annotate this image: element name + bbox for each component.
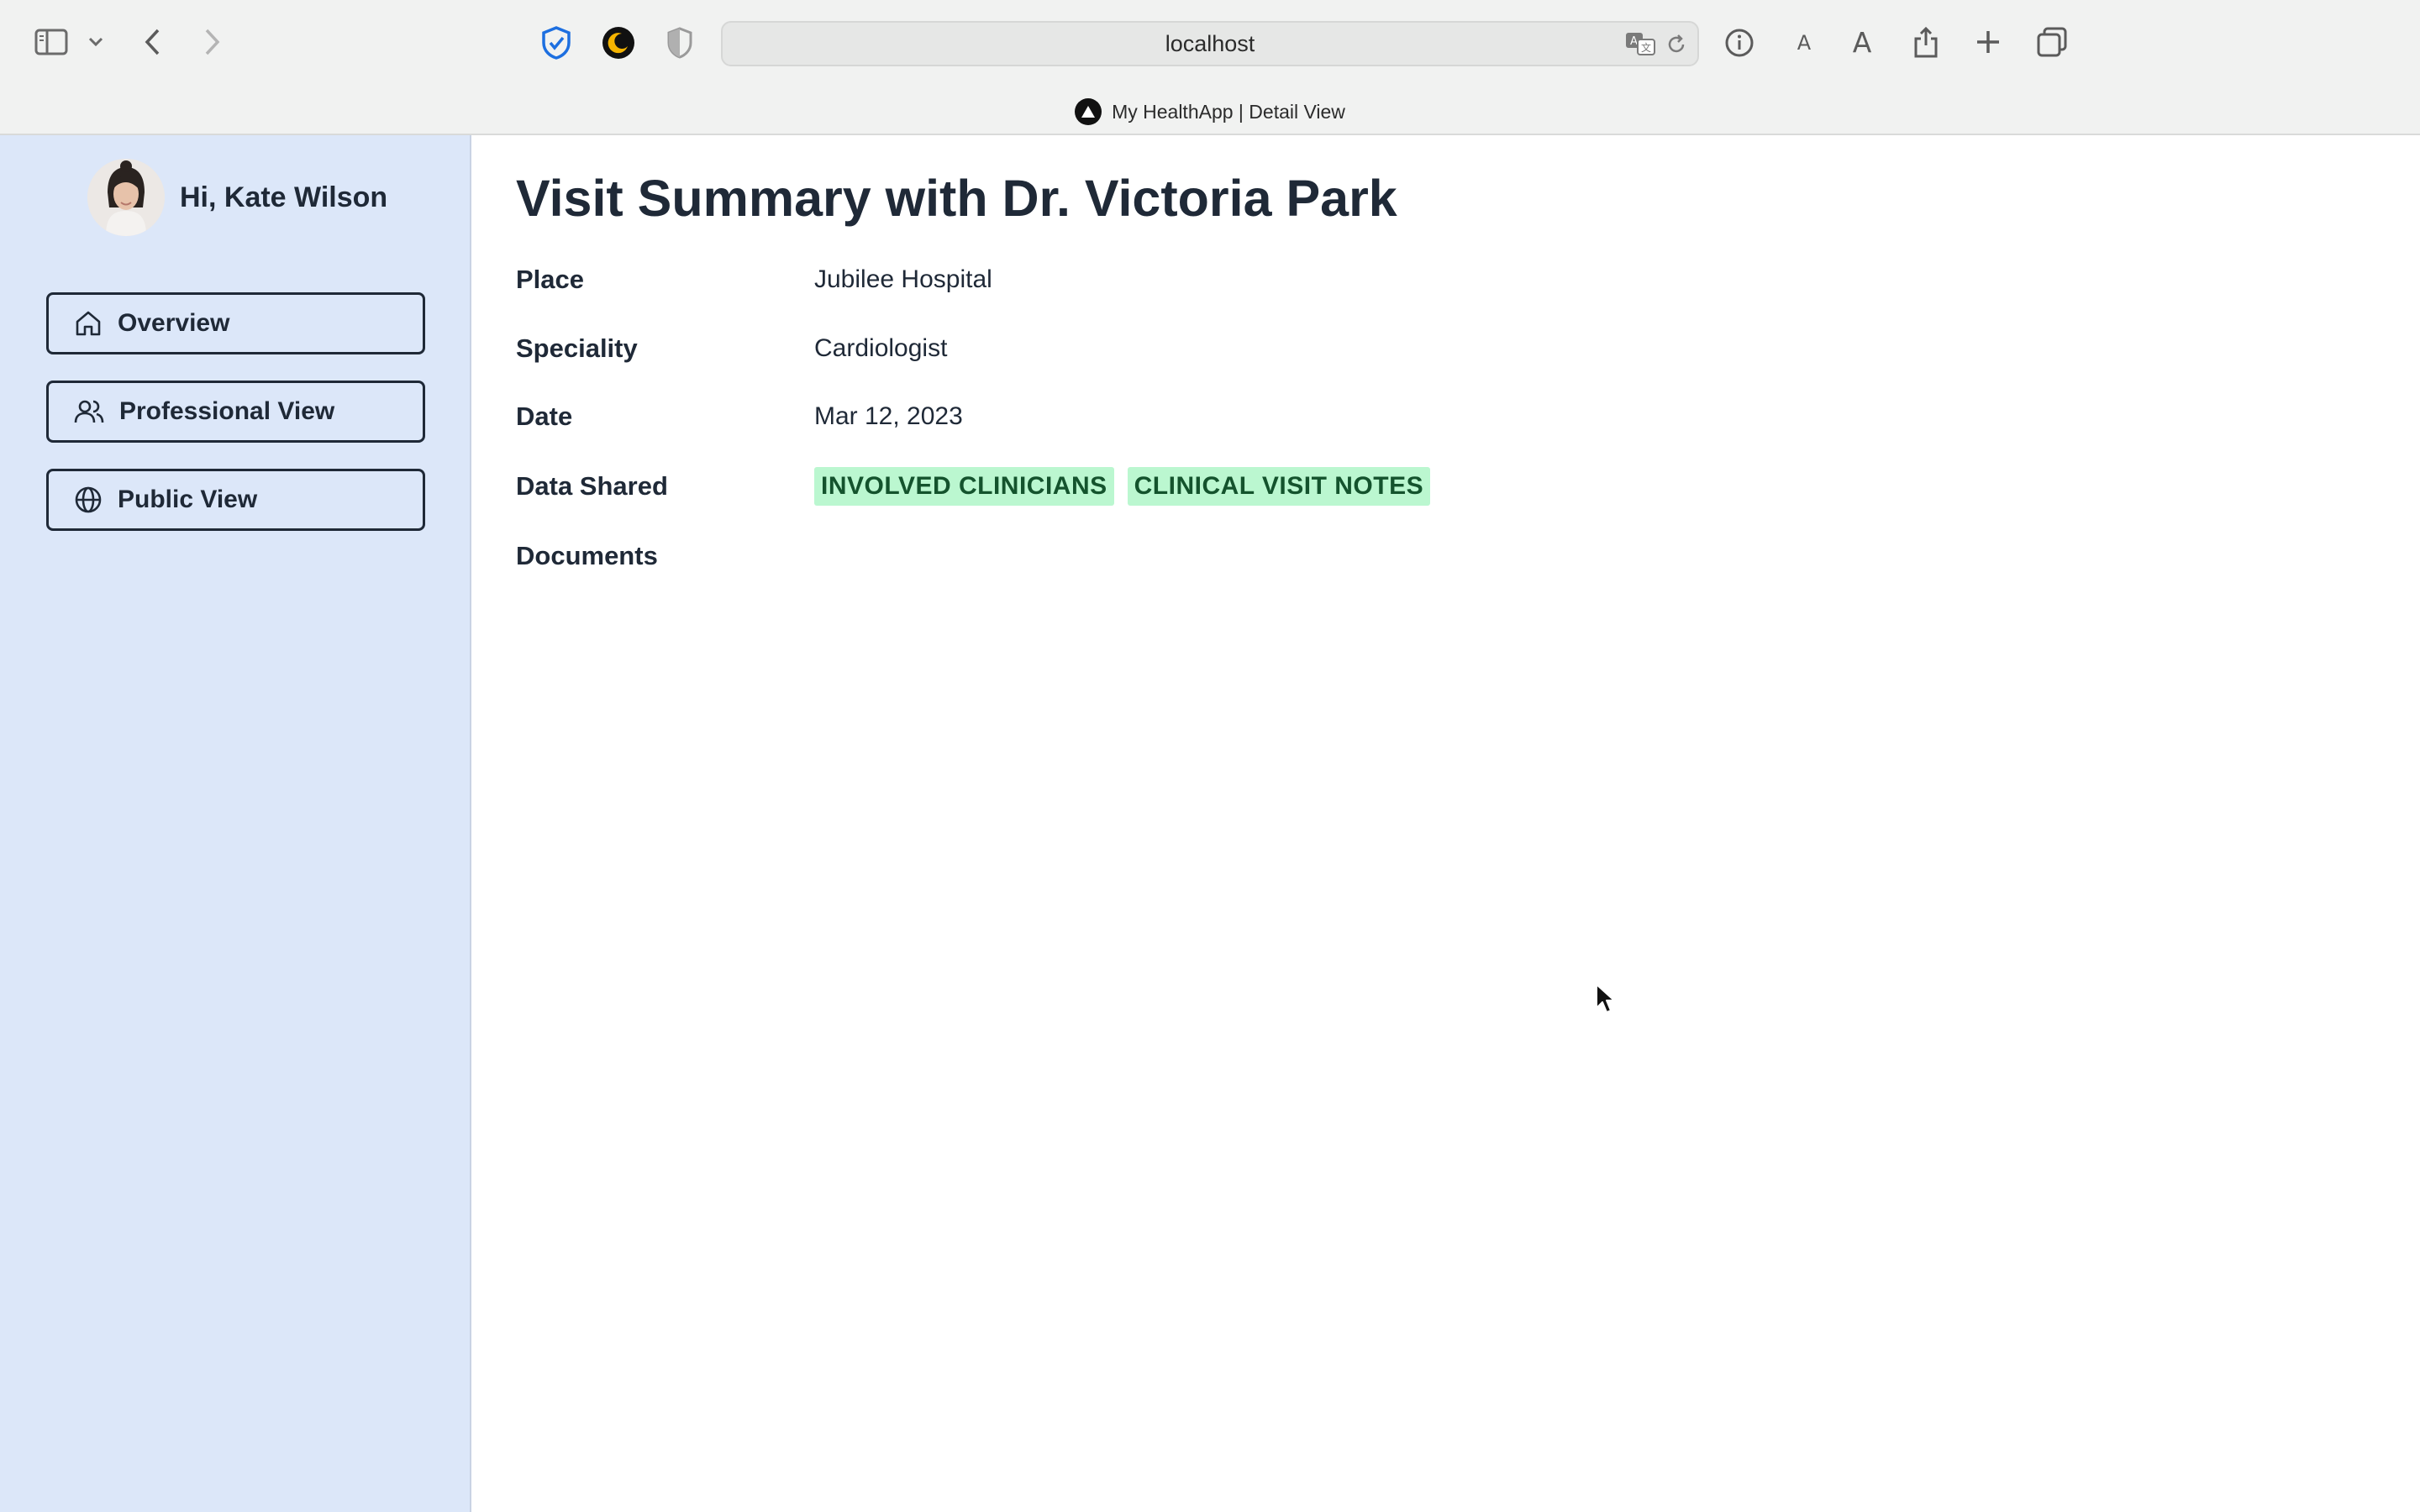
data-shared-label: Data Shared	[516, 471, 668, 501]
sidebar-toggle-icon[interactable]	[32, 25, 71, 59]
tab-overview-icon[interactable]	[2035, 25, 2069, 59]
nav-public-view-button[interactable]: Public View	[46, 469, 425, 531]
speciality-value: Cardiologist	[814, 334, 948, 362]
translate-icon[interactable]: A文	[1623, 30, 1657, 57]
date-value: Mar 12, 2023	[814, 402, 963, 430]
documents-label: Documents	[516, 541, 658, 570]
data-shared-tags: INVOLVED CLINICIANS CLINICAL VISIT NOTES	[814, 467, 1431, 506]
home-icon	[74, 309, 103, 338]
info-icon[interactable]	[1723, 26, 1756, 60]
sidebar: Hi, Kate Wilson Overview Professional Vi…	[0, 135, 471, 1512]
reload-icon[interactable]	[1664, 32, 1689, 57]
nav-public-view-label: Public View	[118, 486, 258, 513]
tag-clinical-visit-notes: CLINICAL VISIT NOTES	[1127, 467, 1431, 506]
svg-text:A: A	[1630, 35, 1638, 48]
user-greeting: Hi, Kate Wilson	[87, 159, 387, 236]
text-larger-icon[interactable]: A	[1847, 24, 1877, 60]
nav-overview-button[interactable]: Overview	[46, 292, 425, 354]
page-title: Visit Summary with Dr. Victoria Park	[516, 170, 1397, 227]
privacy-shield-icon[interactable]	[664, 26, 696, 60]
greeting-text: Hi, Kate Wilson	[180, 181, 388, 213]
svg-text:文: 文	[1641, 41, 1651, 54]
app-logo-icon	[1075, 98, 1102, 125]
url-text: localhost	[1165, 31, 1255, 56]
browser-toolbar: localhost A文 A A My HealthApp | Detail V…	[0, 0, 2420, 135]
tag-involved-clinicians: INVOLVED CLINICIANS	[814, 467, 1114, 506]
date-label: Date	[516, 402, 573, 431]
tab-title-text: My HealthApp | Detail View	[1112, 100, 1345, 123]
nav-professional-view-label: Professional View	[119, 397, 335, 425]
tab-title[interactable]: My HealthApp | Detail View	[0, 96, 2420, 128]
chevron-down-icon[interactable]	[86, 32, 106, 52]
dark-mode-moon-icon[interactable]	[601, 25, 636, 60]
speciality-label: Speciality	[516, 333, 638, 363]
nav-overview-label: Overview	[118, 309, 230, 337]
new-tab-plus-icon[interactable]	[1973, 27, 2003, 57]
nav-professional-view-button[interactable]: Professional View	[46, 381, 425, 443]
back-arrow-icon[interactable]	[139, 25, 165, 59]
forward-arrow-icon[interactable]	[200, 25, 225, 59]
text-smaller-icon[interactable]: A	[1791, 28, 1817, 58]
place-value: Jubilee Hospital	[814, 265, 992, 293]
avatar[interactable]	[87, 159, 165, 236]
share-icon[interactable]	[1911, 24, 1941, 60]
shield-check-icon[interactable]	[539, 25, 573, 60]
mouse-cursor-icon	[1595, 983, 1617, 1019]
users-icon	[74, 397, 104, 426]
address-bar[interactable]: localhost A文	[721, 21, 1699, 66]
place-label: Place	[516, 265, 585, 294]
globe-icon	[74, 486, 103, 514]
